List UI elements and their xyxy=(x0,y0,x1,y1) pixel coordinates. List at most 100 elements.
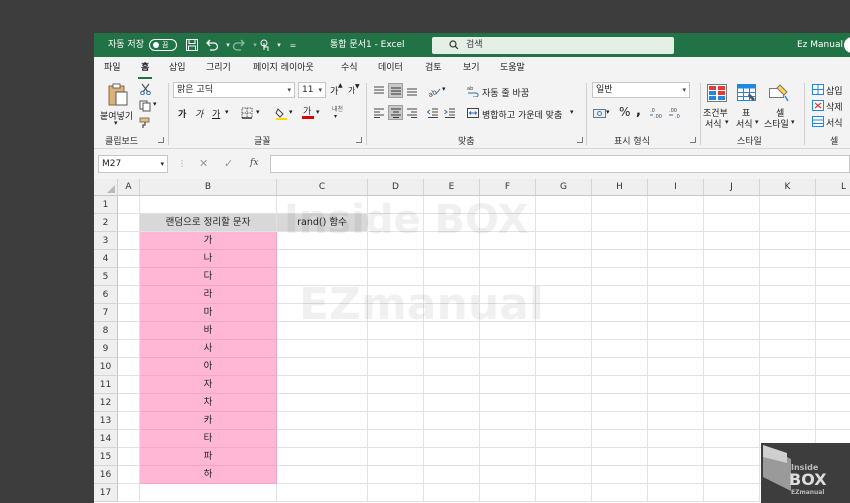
grid-cell[interactable] xyxy=(648,448,704,466)
grid-cell[interactable] xyxy=(648,250,704,268)
grid-cell[interactable] xyxy=(368,196,424,214)
grid-cell[interactable] xyxy=(592,466,648,484)
tab-file[interactable]: 파일 xyxy=(104,60,121,73)
grid-cell[interactable] xyxy=(118,304,140,322)
row-header[interactable]: 16 xyxy=(94,466,118,484)
number-dialog-launcher[interactable] xyxy=(690,137,696,143)
tab-view[interactable]: 보기 xyxy=(463,60,480,73)
grid-cell[interactable] xyxy=(536,448,592,466)
grid-cell[interactable] xyxy=(480,322,536,340)
row-header[interactable]: 4 xyxy=(94,250,118,268)
grid-cell[interactable] xyxy=(592,394,648,412)
grid-cell[interactable] xyxy=(424,286,480,304)
grid-cell[interactable] xyxy=(704,412,760,430)
merge-center-button[interactable]: 병합하고 가운데 맞춤 xyxy=(482,108,562,121)
grid-cell[interactable] xyxy=(277,196,368,214)
grid-cell[interactable] xyxy=(118,430,140,448)
grid-cell[interactable] xyxy=(480,358,536,376)
grid-cell[interactable] xyxy=(368,394,424,412)
cell-styles-dropdown-icon[interactable]: ▾ xyxy=(791,118,795,126)
grid-cell[interactable] xyxy=(592,484,648,502)
grid-cell[interactable] xyxy=(368,250,424,268)
conditional-formatting-icon[interactable] xyxy=(706,83,728,103)
grid-cell[interactable] xyxy=(368,430,424,448)
grid-cell[interactable] xyxy=(118,322,140,340)
grid-cell[interactable] xyxy=(480,340,536,358)
grid-cell[interactable] xyxy=(648,286,704,304)
grid-cell[interactable] xyxy=(480,430,536,448)
grid-cell[interactable] xyxy=(760,376,816,394)
grid-cell[interactable] xyxy=(480,304,536,322)
phonetic-button[interactable]: 내천 xyxy=(332,104,343,113)
grid-cell[interactable] xyxy=(536,232,592,250)
grid-cell[interactable] xyxy=(592,340,648,358)
alignment-dialog-launcher[interactable] xyxy=(577,137,583,143)
grid-cell[interactable] xyxy=(816,250,850,268)
grid-cell[interactable] xyxy=(648,376,704,394)
grid-cell[interactable] xyxy=(368,286,424,304)
grid-cell[interactable] xyxy=(368,358,424,376)
font-name-select[interactable]: 맑은 고딕 ▾ xyxy=(173,82,295,98)
grid-cell[interactable] xyxy=(277,232,368,250)
grid-cell[interactable] xyxy=(424,322,480,340)
grid-cell[interactable] xyxy=(816,286,850,304)
grid-cell[interactable] xyxy=(424,358,480,376)
grid-cell[interactable] xyxy=(118,466,140,484)
cell-styles-icon[interactable] xyxy=(768,83,790,103)
customize-toolbar-icon[interactable]: = xyxy=(285,37,301,53)
clipboard-dialog-launcher[interactable] xyxy=(158,137,164,143)
delete-cells-icon[interactable] xyxy=(811,99,825,111)
grid-cell[interactable] xyxy=(536,430,592,448)
grid-cell[interactable] xyxy=(424,466,480,484)
italic-button[interactable]: 가 xyxy=(195,107,203,120)
grid-cell[interactable] xyxy=(277,412,368,430)
grid-cell[interactable] xyxy=(277,322,368,340)
cell-b-value[interactable]: 파 xyxy=(140,448,277,466)
grid-cell[interactable] xyxy=(277,250,368,268)
cell-b-value[interactable]: 아 xyxy=(140,358,277,376)
column-header[interactable]: B xyxy=(140,179,277,196)
autosave-toggle[interactable]: 끔 xyxy=(149,39,177,51)
worksheet-grid[interactable]: A B C D E F G H I J K L 1 2 3 4 5 6 7 8 … xyxy=(94,179,850,503)
grid-cell[interactable] xyxy=(424,448,480,466)
grid-cell[interactable] xyxy=(536,196,592,214)
grid-cell[interactable] xyxy=(118,250,140,268)
paste-icon[interactable] xyxy=(106,83,130,107)
increase-indent-icon[interactable] xyxy=(443,106,457,120)
tab-review[interactable]: 검토 xyxy=(425,60,442,73)
cell-b-value[interactable]: 다 xyxy=(140,268,277,286)
tab-insert[interactable]: 삽입 xyxy=(169,60,186,73)
grid-cell[interactable] xyxy=(277,484,368,502)
grid-cell[interactable] xyxy=(648,340,704,358)
grid-cell[interactable] xyxy=(760,412,816,430)
grid-cell[interactable] xyxy=(816,196,850,214)
grid-cell[interactable] xyxy=(704,322,760,340)
grid-cell[interactable] xyxy=(118,484,140,502)
grid-cell[interactable] xyxy=(816,304,850,322)
grid-cell[interactable] xyxy=(704,250,760,268)
grid-cell[interactable] xyxy=(480,250,536,268)
conditional-dropdown-icon[interactable]: ▾ xyxy=(725,118,729,126)
cell-b-value[interactable]: 마 xyxy=(140,304,277,322)
format-cells-icon[interactable] xyxy=(811,115,825,127)
search-box[interactable]: 검색 xyxy=(432,37,674,54)
copy-dropdown-icon[interactable]: ▾ xyxy=(153,100,157,108)
grid-cell[interactable] xyxy=(277,448,368,466)
borders-dropdown-icon[interactable]: ▾ xyxy=(256,108,260,116)
row-header[interactable]: 15 xyxy=(94,448,118,466)
grid-cell[interactable] xyxy=(760,196,816,214)
grid-cell[interactable] xyxy=(368,268,424,286)
grid-cell[interactable] xyxy=(424,214,480,232)
avatar[interactable]: E xyxy=(844,37,850,53)
accounting-dropdown-icon[interactable]: ▾ xyxy=(606,108,610,116)
tab-help[interactable]: 도움말 xyxy=(500,60,525,73)
grid-cell[interactable] xyxy=(536,322,592,340)
grid-cell[interactable] xyxy=(648,322,704,340)
grid-cell[interactable] xyxy=(480,214,536,232)
tab-data[interactable]: 데이터 xyxy=(378,60,403,73)
grid-cell[interactable] xyxy=(277,376,368,394)
grid-cell[interactable] xyxy=(277,268,368,286)
column-header[interactable]: K xyxy=(760,179,816,196)
grid-cell[interactable] xyxy=(118,358,140,376)
align-left-icon[interactable] xyxy=(372,106,386,120)
